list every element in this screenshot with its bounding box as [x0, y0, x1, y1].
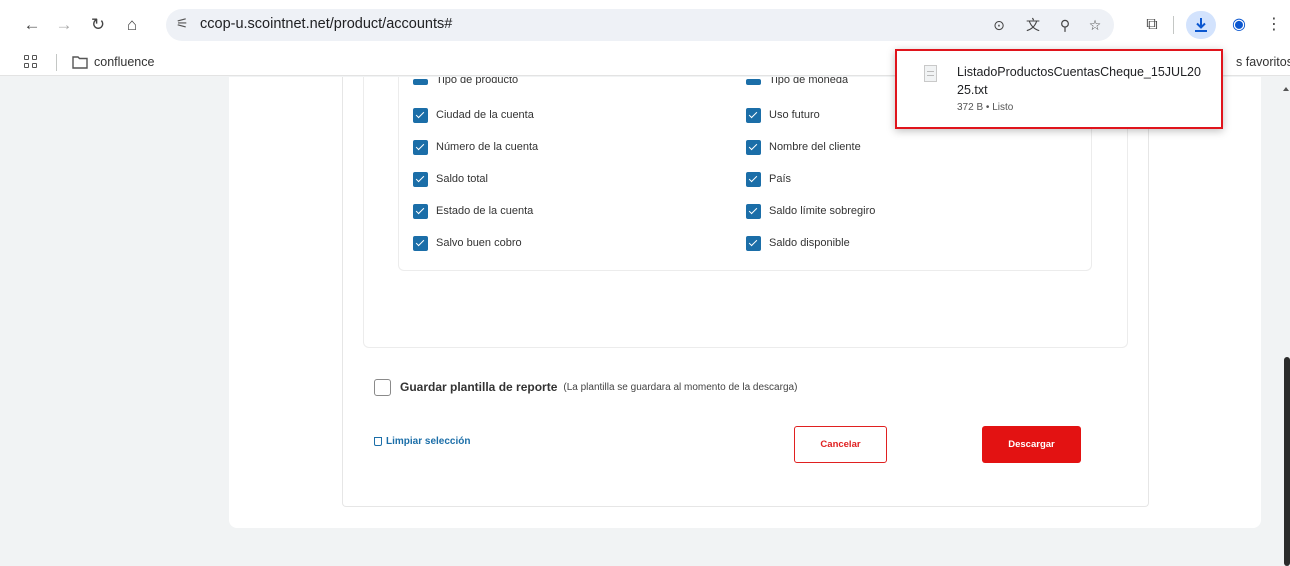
arrow-left-icon[interactable]: ←: [20, 13, 44, 37]
download-button[interactable]: Descargar: [982, 426, 1081, 463]
save-template-row[interactable]: Guardar plantilla de reporte (La plantil…: [374, 377, 797, 397]
puzzle-icon[interactable]: ⧉: [1140, 13, 1164, 37]
field-uso-futuro[interactable]: Uso futuro: [746, 106, 820, 124]
translate-icon[interactable]: 文: [1022, 14, 1044, 36]
browser-toolbar: ← → ↻ ⌂ ⚟ ccop-u.scointnet.net/product/a…: [0, 0, 1290, 50]
download-status: 372 B • Listo: [957, 102, 1014, 113]
zoom-icon[interactable]: ⚲: [1054, 14, 1076, 36]
save-template-checkbox[interactable]: [374, 378, 391, 396]
profile-icon[interactable]: ◉: [1227, 13, 1251, 37]
cancel-button[interactable]: Cancelar: [794, 426, 887, 463]
trash-icon: [374, 437, 382, 446]
scrollbar-thumb[interactable]: [1284, 357, 1290, 566]
checkbox[interactable]: [413, 235, 428, 251]
download-icon: [1195, 18, 1207, 32]
checkbox[interactable]: [413, 171, 428, 187]
arrow-right-icon[interactable]: →: [52, 13, 76, 37]
location-pin-icon[interactable]: ⊙: [988, 14, 1010, 36]
apps-grid-icon[interactable]: [24, 55, 38, 69]
download-bubble: ListadoProductosCuentasCheque_15JUL2025.…: [895, 49, 1223, 129]
toolbar-divider: [1173, 16, 1174, 34]
bookmarks-divider: [56, 54, 57, 71]
checkbox[interactable]: [413, 107, 428, 123]
field-salvo-buen-cobro[interactable]: Salvo buen cobro: [413, 234, 522, 252]
field-nombre-cliente[interactable]: Nombre del cliente: [746, 138, 861, 156]
url-text[interactable]: ccop-u.scointnet.net/product/accounts#: [200, 16, 452, 32]
reload-icon[interactable]: ↻: [86, 13, 110, 37]
clear-selection-link[interactable]: Limpiar selección: [374, 436, 470, 447]
checkbox[interactable]: [746, 139, 761, 155]
download-filename[interactable]: ListadoProductosCuentasCheque_15JUL2025.…: [957, 63, 1207, 99]
folder-icon: [72, 56, 88, 69]
other-bookmarks[interactable]: s favoritos: [1236, 55, 1290, 69]
save-template-hint: (La plantilla se guardara al momento de …: [563, 381, 798, 393]
kebab-menu-icon[interactable]: ⋮: [1262, 13, 1286, 37]
checkbox[interactable]: [746, 235, 761, 251]
field-numero-cuenta[interactable]: Número de la cuenta: [413, 138, 538, 156]
field-saldo-disponible[interactable]: Saldo disponible: [746, 234, 850, 252]
field-tipo-moneda[interactable]: Tipo de moneda: [746, 77, 848, 85]
bookmark-confluence[interactable]: confluence: [94, 55, 154, 69]
field-tipo-producto[interactable]: Tipo de producto: [413, 77, 518, 85]
save-template-label: Guardar plantilla de reporte: [400, 380, 558, 394]
star-icon[interactable]: ☆: [1084, 14, 1106, 36]
clear-selection-label: Limpiar selección: [386, 436, 471, 447]
checkbox[interactable]: [746, 79, 761, 85]
address-bar[interactable]: ⚟ ccop-u.scointnet.net/product/accounts#…: [166, 9, 1114, 41]
checkbox[interactable]: [413, 203, 428, 219]
field-saldo-limite-sobregiro[interactable]: Saldo límite sobregiro: [746, 202, 875, 220]
field-saldo-total[interactable]: Saldo total: [413, 170, 488, 188]
checkbox[interactable]: [413, 139, 428, 155]
scrollbar-up-arrow[interactable]: [1283, 87, 1289, 91]
checkbox[interactable]: [746, 203, 761, 219]
home-icon[interactable]: ⌂: [120, 13, 144, 37]
downloads-button[interactable]: [1186, 11, 1216, 39]
page-content: Tipo de producto Ciudad de la cuenta Núm…: [0, 77, 1290, 566]
field-estado-cuenta[interactable]: Estado de la cuenta: [413, 202, 533, 220]
tune-icon[interactable]: ⚟: [176, 15, 189, 32]
file-icon: [924, 65, 937, 82]
checkbox[interactable]: [413, 79, 428, 85]
field-pais[interactable]: País: [746, 170, 791, 188]
checkbox[interactable]: [746, 107, 761, 123]
checkbox[interactable]: [746, 171, 761, 187]
field-ciudad-cuenta[interactable]: Ciudad de la cuenta: [413, 106, 534, 124]
